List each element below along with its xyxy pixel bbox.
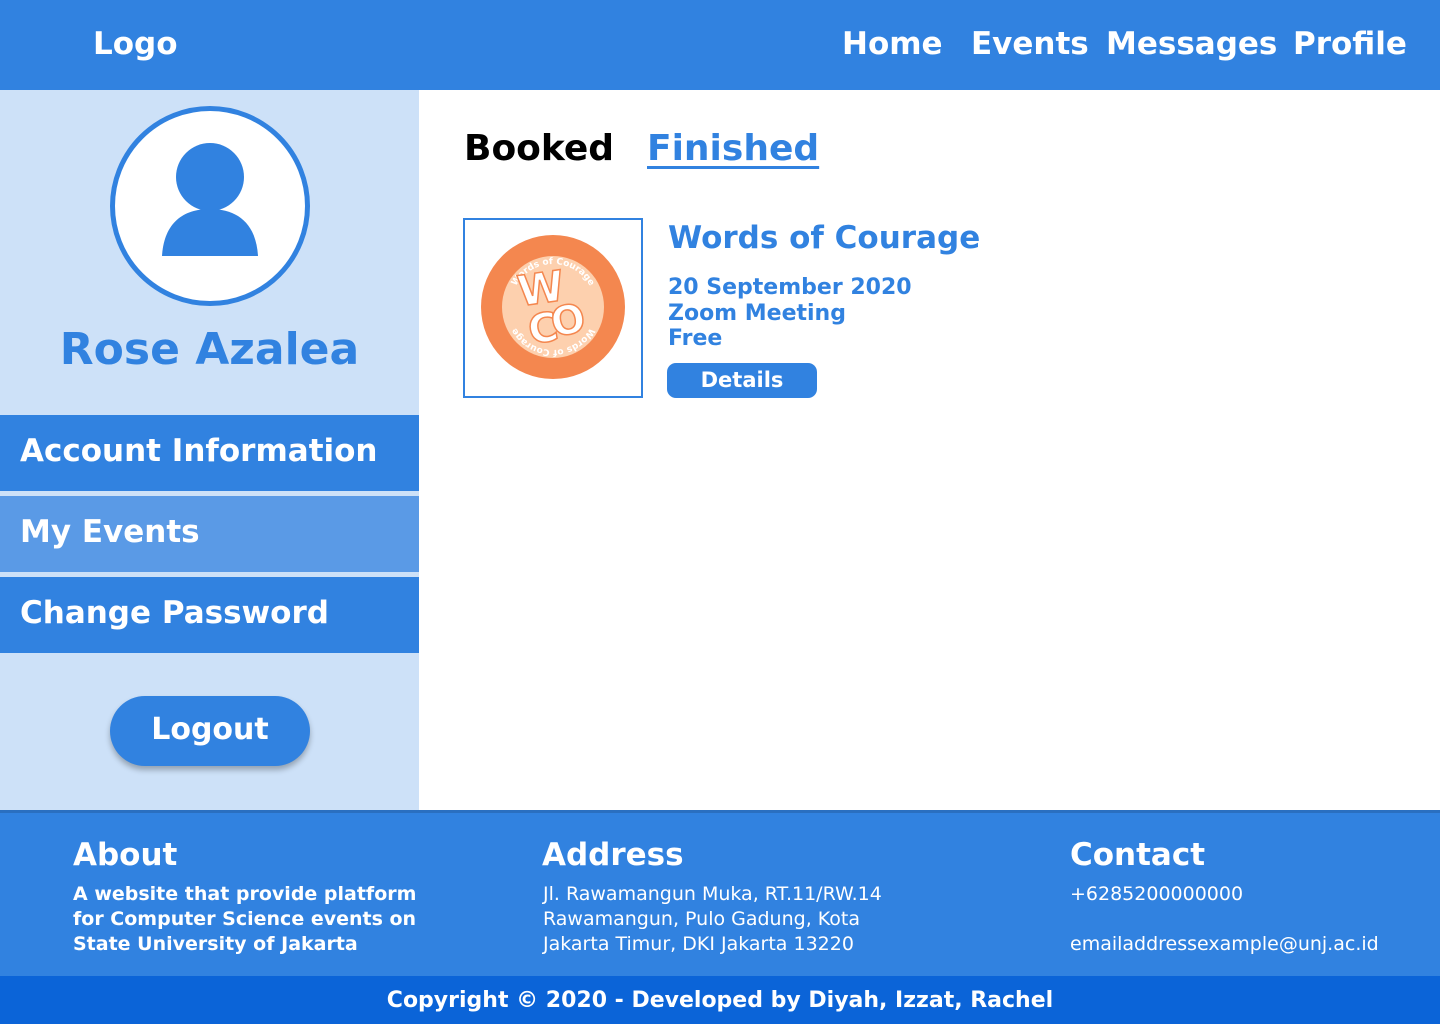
footer: About A website that provide platform fo… xyxy=(0,810,1440,976)
nav-home[interactable]: Home xyxy=(842,26,943,62)
footer-address-line: Jakarta Timur, DKI Jakarta 13220 xyxy=(543,933,854,955)
footer-contact-heading: Contact xyxy=(1070,837,1206,873)
event-location: Zoom Meeting xyxy=(668,301,846,326)
nav-events[interactable]: Events xyxy=(971,26,1089,62)
footer-address-line: Rawamangun, Pulo Gadung, Kota xyxy=(543,908,861,930)
footer-address-line: Jl. Rawamangun Muka, RT.11/RW.14 xyxy=(543,883,882,905)
event-title[interactable]: Words of Courage xyxy=(668,220,980,256)
footer-phone[interactable]: +6285200000000 xyxy=(1070,882,1243,907)
logout-button[interactable]: Logout xyxy=(110,696,310,766)
menu-account-information[interactable]: Account Information xyxy=(0,415,419,491)
avatar xyxy=(110,106,310,306)
top-navbar: Logo Home Events Messages Profile xyxy=(0,0,1440,90)
footer-about-line: A website that provide platform xyxy=(73,883,417,905)
profile-sidebar: Rose Azalea Account Information My Event… xyxy=(0,90,419,810)
nav-profile[interactable]: Profile xyxy=(1293,26,1407,62)
copyright-bar: Copyright © 2020 - Developed by Diyah, I… xyxy=(0,976,1440,1024)
footer-about-line: State University of Jakarta xyxy=(73,933,358,955)
event-logo: Words of Courage Words of Courage W C O xyxy=(481,235,625,379)
nav-messages[interactable]: Messages xyxy=(1106,26,1277,62)
event-price: Free xyxy=(668,326,723,351)
footer-about-heading: About xyxy=(73,837,178,873)
site-logo[interactable]: Logo xyxy=(93,26,178,62)
profile-name: Rose Azalea xyxy=(59,324,360,375)
event-thumbnail[interactable]: Words of Courage Words of Courage W C O xyxy=(463,218,643,398)
tab-booked[interactable]: Booked xyxy=(464,128,614,169)
event-date: 20 September 2020 xyxy=(668,275,912,300)
menu-change-password[interactable]: Change Password xyxy=(0,577,419,653)
user-silhouette-icon xyxy=(162,143,258,256)
menu-my-events[interactable]: My Events xyxy=(0,496,419,572)
details-button[interactable]: Details xyxy=(667,363,817,398)
footer-about-line: for Computer Science events on xyxy=(73,908,417,930)
footer-email[interactable]: emailaddressexample@unj.ac.id xyxy=(1070,932,1379,957)
footer-address-heading: Address xyxy=(542,837,684,873)
tab-finished[interactable]: Finished xyxy=(647,128,819,169)
